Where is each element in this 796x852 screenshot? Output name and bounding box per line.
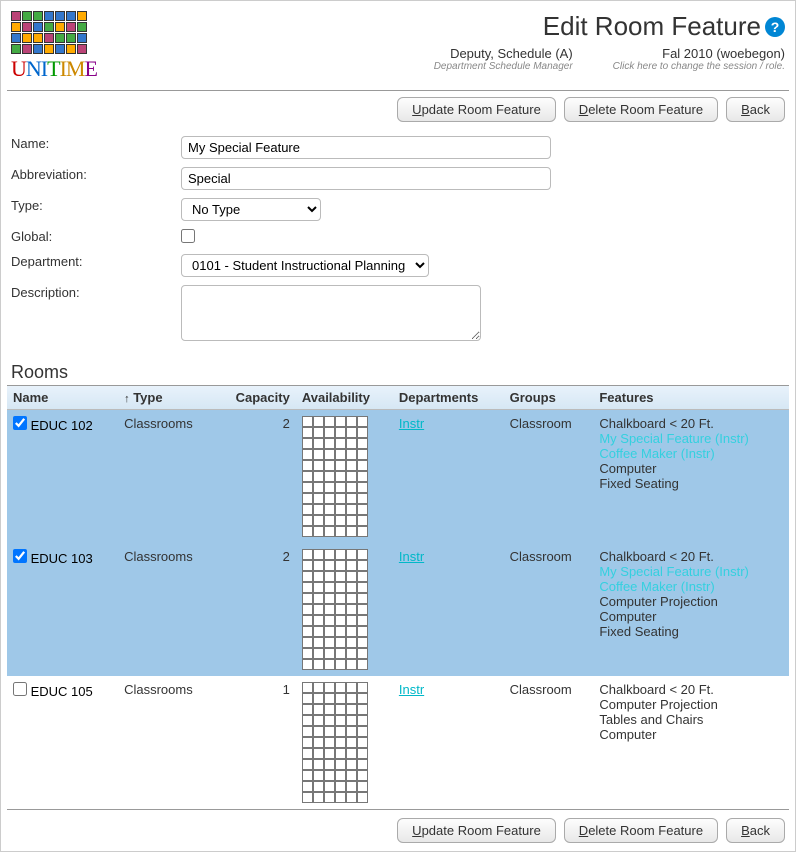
session-hint: Click here to change the session / role.: [613, 61, 785, 72]
department-link[interactable]: Instr: [399, 682, 424, 697]
delete-room-feature-button-bottom[interactable]: Delete Room Feature: [564, 818, 718, 843]
room-availability: [296, 410, 393, 544]
feature-item: Chalkboard < 20 Ft.: [599, 682, 783, 697]
room-type: Classrooms: [118, 543, 216, 676]
name-label: Name:: [11, 136, 181, 151]
room-availability: [296, 676, 393, 809]
room-group: Classroom: [504, 676, 594, 809]
feature-item: Chalkboard < 20 Ft.: [599, 416, 783, 431]
department-link[interactable]: Instr: [399, 549, 424, 564]
abbreviation-input[interactable]: [181, 167, 551, 190]
feature-item: Computer: [599, 609, 783, 624]
feature-item: Fixed Seating: [599, 624, 783, 639]
room-name: EDUC 102: [27, 418, 93, 433]
room-features: Chalkboard < 20 Ft.My Special Feature (I…: [593, 543, 789, 676]
update-room-feature-button[interactable]: Update Room Feature: [397, 97, 556, 122]
back-button[interactable]: Back: [726, 97, 785, 122]
table-row[interactable]: EDUC 102Classrooms2InstrClassroomChalkbo…: [7, 410, 789, 544]
feature-item: Computer: [599, 461, 783, 476]
abbr-label: Abbreviation:: [11, 167, 181, 182]
type-select[interactable]: No Type: [181, 198, 321, 221]
description-textarea[interactable]: [181, 285, 481, 341]
feature-item: Computer Projection: [599, 697, 783, 712]
rooms-section-title: Rooms: [7, 358, 789, 386]
room-name: EDUC 105: [27, 684, 93, 699]
logo: UNITIME: [11, 11, 97, 82]
department-label: Department:: [11, 254, 181, 269]
department-select[interactable]: 0101 - Student Instructional Planning: [181, 254, 429, 277]
col-departments[interactable]: Departments: [393, 386, 504, 410]
user-name: Deputy, Schedule (A): [434, 46, 573, 61]
logo-text: UNITIME: [11, 56, 97, 82]
rooms-table: Name ↑ Type Capacity Availability Depart…: [7, 386, 789, 809]
name-input[interactable]: [181, 136, 551, 159]
description-label: Description:: [11, 285, 181, 300]
logo-graphic: [11, 11, 87, 54]
delete-room-feature-button[interactable]: Delete Room Feature: [564, 97, 718, 122]
room-features: Chalkboard < 20 Ft.My Special Feature (I…: [593, 410, 789, 544]
user-role: Department Schedule Manager: [434, 61, 573, 72]
feature-item: Tables and Chairs: [599, 712, 783, 727]
table-row[interactable]: EDUC 103Classrooms2InstrClassroomChalkbo…: [7, 543, 789, 676]
page-title: Edit Room Feature: [543, 11, 761, 42]
update-room-feature-button-bottom[interactable]: Update Room Feature: [397, 818, 556, 843]
room-capacity: 1: [216, 676, 296, 809]
feature-item: Chalkboard < 20 Ft.: [599, 549, 783, 564]
room-checkbox[interactable]: [13, 416, 27, 430]
col-name[interactable]: Name: [7, 386, 118, 410]
col-features[interactable]: Features: [593, 386, 789, 410]
availability-grid: [302, 549, 387, 670]
session-switcher[interactable]: Fal 2010 (woebegon) Click here to change…: [613, 46, 785, 72]
col-capacity[interactable]: Capacity: [216, 386, 296, 410]
col-groups[interactable]: Groups: [504, 386, 594, 410]
room-type: Classrooms: [118, 676, 216, 809]
session-name: Fal 2010 (woebegon): [613, 46, 785, 61]
global-checkbox[interactable]: [181, 229, 195, 243]
room-type: Classrooms: [118, 410, 216, 544]
help-icon[interactable]: ?: [765, 17, 785, 37]
table-row[interactable]: EDUC 105Classrooms1InstrClassroomChalkbo…: [7, 676, 789, 809]
feature-item: Fixed Seating: [599, 476, 783, 491]
feature-item: My Special Feature (Instr): [599, 431, 783, 446]
feature-item: Computer: [599, 727, 783, 742]
feature-item: Computer Projection: [599, 594, 783, 609]
room-checkbox[interactable]: [13, 549, 27, 563]
room-capacity: 2: [216, 543, 296, 676]
room-checkbox[interactable]: [13, 682, 27, 696]
col-availability[interactable]: Availability: [296, 386, 393, 410]
back-button-bottom[interactable]: Back: [726, 818, 785, 843]
availability-grid: [302, 682, 387, 803]
room-capacity: 2: [216, 410, 296, 544]
type-label: Type:: [11, 198, 181, 213]
feature-item: My Special Feature (Instr): [599, 564, 783, 579]
room-group: Classroom: [504, 410, 594, 544]
global-label: Global:: [11, 229, 181, 244]
room-group: Classroom: [504, 543, 594, 676]
department-link[interactable]: Instr: [399, 416, 424, 431]
room-name: EDUC 103: [27, 551, 93, 566]
feature-item: Coffee Maker (Instr): [599, 579, 783, 594]
availability-grid: [302, 416, 387, 537]
feature-item: Coffee Maker (Instr): [599, 446, 783, 461]
room-availability: [296, 543, 393, 676]
room-features: Chalkboard < 20 Ft.Computer ProjectionTa…: [593, 676, 789, 809]
col-type[interactable]: ↑ Type: [118, 386, 216, 410]
